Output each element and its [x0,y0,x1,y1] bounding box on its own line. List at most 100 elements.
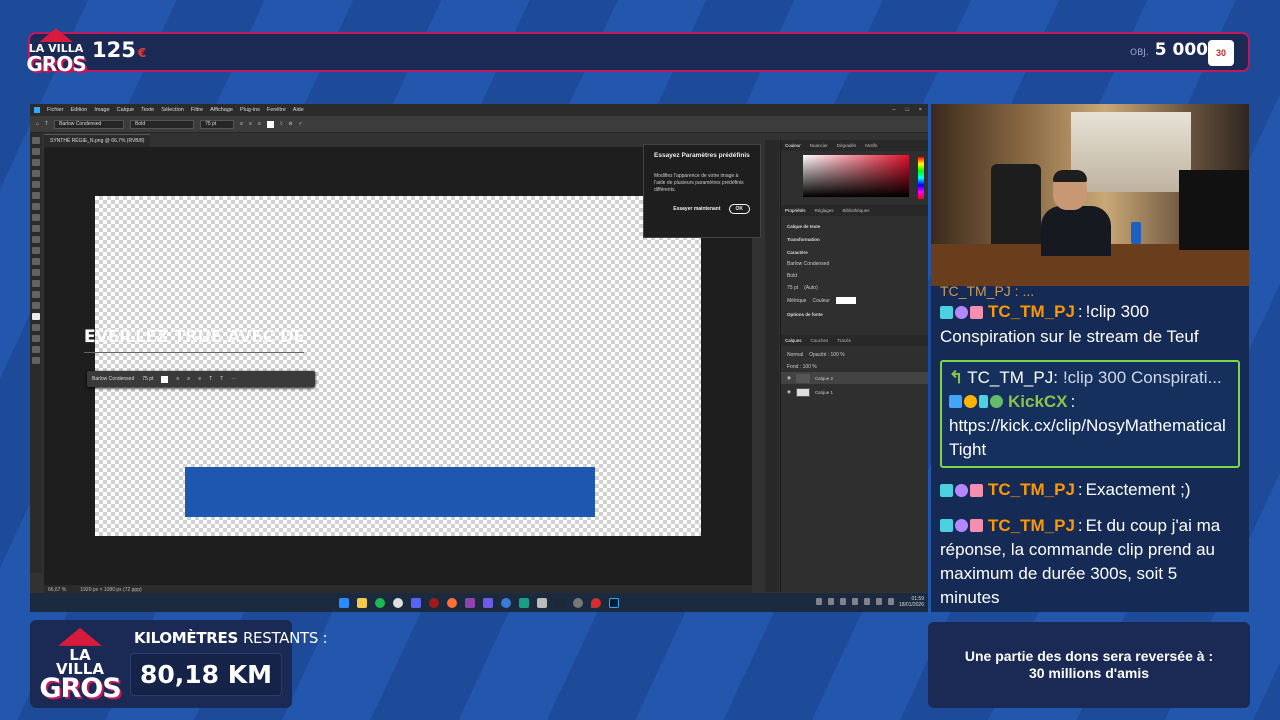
blend-mode[interactable]: Normal [787,352,803,358]
app-grid-icon[interactable] [483,597,493,608]
app-icon[interactable] [537,597,547,608]
tray-icon[interactable] [852,598,858,605]
path-select-icon[interactable] [32,324,40,331]
ctx-more-icon[interactable]: ··· [231,376,236,382]
try-now-button[interactable]: Essayer maintenant [673,206,720,212]
blue-rectangle-layer[interactable] [185,467,595,517]
explorer-icon[interactable] [357,597,367,608]
font-options-section[interactable]: Options de fonte [787,312,922,317]
tab-couches[interactable]: Couches [811,338,829,343]
menu-image[interactable]: Image [94,107,109,113]
settings-gear-icon[interactable] [573,597,583,608]
warp-text-icon[interactable]: ⌇ [280,121,282,127]
tab-traces[interactable]: Tracés [837,338,851,343]
menu-plugins[interactable]: Plug-ins [240,107,260,113]
speaker-icon[interactable] [888,598,894,605]
taskbar-clock[interactable]: 01:59 18/01/2026 [899,596,924,608]
menu-edition[interactable]: Edition [71,107,88,113]
layer-row[interactable]: ◉ Calque 2 [781,372,928,384]
photoshop-taskbar-icon[interactable] [609,597,619,608]
menu-calque[interactable]: Calque [117,107,134,113]
tab-motifs[interactable]: Motifs [865,143,877,148]
commit-check-icon[interactable]: ✓ [299,121,303,127]
zoom-tool-icon[interactable] [32,357,40,364]
wifi-icon[interactable] [876,598,882,605]
ctx-color-swatch[interactable] [161,375,169,383]
char-font[interactable]: Barlow Condensed [787,261,829,267]
type-tool-icon[interactable] [32,313,40,320]
eraser-tool-icon[interactable] [32,258,40,265]
heal-tool-icon[interactable] [32,214,40,221]
tab-couleur[interactable]: Couleur [785,143,801,148]
ctx-align-right-icon[interactable]: ≡ [198,376,201,382]
text-tool-icon[interactable]: T [45,121,48,127]
tab-proprietes[interactable]: Propriétés [785,208,806,213]
tray-icon[interactable] [816,598,822,605]
align-left-icon[interactable]: ≡ [240,121,243,127]
tab-reglages[interactable]: Réglages [815,208,834,213]
brush-tool-icon[interactable] [32,225,40,232]
home-icon[interactable]: ⌂ [36,121,39,127]
align-right-icon[interactable]: ≡ [258,121,261,127]
chat-link[interactable]: https://kick.cx/clip/NosyMathematicalTig… [949,414,1231,462]
menu-aide[interactable]: Aide [293,107,304,113]
chat-username[interactable]: TC_TM_PJ [988,302,1075,321]
chat-username[interactable]: TC_TM_PJ [988,516,1075,535]
twitch-icon[interactable] [465,597,475,608]
app-icon[interactable] [501,597,511,608]
dodge-tool-icon[interactable] [32,291,40,298]
chat-username[interactable]: KickCX [1008,392,1068,411]
layer-name[interactable]: Calque 1 [815,390,833,395]
visibility-eye-icon[interactable]: ◉ [787,375,791,381]
close-icon[interactable]: × [919,107,922,113]
history-brush-icon[interactable] [32,247,40,254]
char-color-swatch[interactable] [835,297,856,304]
firefox-icon[interactable] [447,597,457,608]
stamp-tool-icon[interactable] [32,236,40,243]
hue-slider[interactable] [918,157,924,199]
chrome-icon[interactable] [393,597,403,608]
ctx-align-left-icon[interactable]: ≡ [176,376,179,382]
char-leading[interactable]: (Auto) [804,285,818,291]
char-style[interactable]: Bold [787,273,797,279]
maximize-icon[interactable]: □ [905,107,908,113]
opacity-field[interactable]: Opacité : 100 % [809,352,845,358]
text-color-swatch[interactable] [266,120,274,128]
layer-name[interactable]: Calque 2 [815,376,833,381]
maps-pin-icon[interactable] [591,597,601,608]
ctx-font[interactable]: Barlow Condensed [92,376,134,382]
canvas-text-input[interactable]: EVEILLEZ TRUE AVEC DES [84,327,304,353]
crop-tool-icon[interactable] [32,181,40,188]
minimize-icon[interactable]: – [892,107,895,113]
layer-row[interactable]: ◉ Calque 1 [781,386,928,398]
obs-icon[interactable] [429,597,439,608]
eyedropper-tool-icon[interactable] [32,203,40,210]
lasso-tool-icon[interactable] [32,159,40,166]
font-size-select[interactable]: 75 pt [200,119,235,129]
menu-texte[interactable]: Texte [141,107,154,113]
visibility-eye-icon[interactable]: ◉ [787,389,791,395]
hand-tool-icon[interactable] [32,346,40,353]
tab-bibliotheques[interactable]: Bibliothèques [843,208,870,213]
select-tool-icon[interactable] [32,170,40,177]
tab-calques[interactable]: Calques [785,338,802,343]
cancel-icon[interactable]: ⊘ [288,121,292,127]
menu-selection[interactable]: Sélection [161,107,184,113]
steam-icon[interactable] [555,597,565,608]
marquee-tool-icon[interactable] [32,148,40,155]
menu-fenetre[interactable]: Fenêtre [267,107,286,113]
character-section[interactable]: Caractère [787,250,922,255]
ctx-text-icon[interactable]: T [209,376,212,382]
app-icon[interactable] [519,597,529,608]
start-icon[interactable] [339,597,349,608]
font-family-select[interactable]: Barlow Condensed [54,119,125,129]
transform-section[interactable]: Transformation [787,237,922,242]
spotify-icon[interactable] [375,597,385,608]
ctx-align-center-icon[interactable]: ≡ [187,376,190,382]
ctx-size[interactable]: 75 pt [142,376,153,382]
shape-tool-icon[interactable] [32,335,40,342]
menu-fichier[interactable]: Fichier [47,107,64,113]
document-tab[interactable]: SYNTHÈ RÉGIE_N.png @ 66,7% (RVB/8) [44,134,151,147]
tab-nuancier[interactable]: Nuancier [810,143,828,148]
move-tool-icon[interactable] [32,137,40,144]
